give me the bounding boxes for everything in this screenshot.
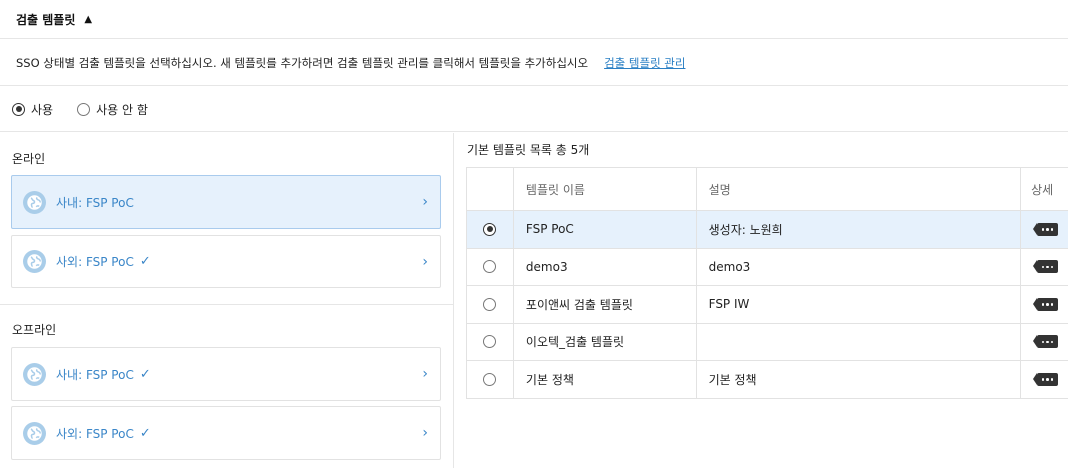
offline-label: 오프라인 [12, 323, 57, 337]
usage-radio-group: 사용 사용 안 함 [0, 87, 1068, 132]
online-label: 온라인 [12, 152, 46, 166]
chevron-right-icon: › [422, 366, 428, 382]
state-card-offline-internal[interactable]: 사내: FSP PoC ✓ › [11, 347, 441, 401]
row-radio[interactable] [483, 297, 497, 311]
row-radio[interactable] [483, 222, 497, 236]
chevron-right-icon: › [422, 194, 428, 210]
table-header-row: 템플릿 이름 설명 상세 [467, 168, 1068, 211]
row-select-cell [467, 323, 514, 360]
row-desc: 기본 정책 [697, 361, 1022, 398]
row-detail-cell [1021, 249, 1068, 286]
row-radio[interactable] [483, 372, 497, 386]
radio-disabled-label: 사용 안 함 [96, 102, 148, 117]
state-card-label: 사내: FSP PoC [56, 195, 134, 210]
check-icon: ✓ [139, 366, 151, 382]
header-description: 설명 [697, 168, 1022, 210]
collapse-caret-icon[interactable]: ▲ [84, 14, 92, 25]
row-select-cell [467, 286, 514, 323]
globe-icon [23, 421, 46, 445]
check-icon: ✓ [139, 425, 151, 441]
check-icon: ✓ [139, 254, 151, 269]
state-card-online-external[interactable]: 사외: FSP PoC ✓ › [11, 235, 441, 288]
section-header: 검출 템플릿 ▲ [0, 0, 1068, 39]
radio-enabled-label: 사용 [31, 102, 54, 117]
row-name: 포이앤씨 검출 템플릿 [514, 286, 697, 323]
table-row[interactable]: 포이앤씨 검출 템플릿 FSP IW [467, 286, 1068, 324]
table-row[interactable]: FSP PoC 생성자: 노원희 [467, 211, 1068, 249]
state-card-label: 사외: FSP PoC [56, 426, 134, 441]
state-card-label: 사외: FSP PoC [56, 255, 134, 269]
row-name: 이오텍_검출 템플릿 [514, 323, 697, 360]
usage-option-enabled[interactable]: 사용 [12, 101, 53, 118]
description-text: SSO 상태별 검출 템플릿을 선택하십시오. 새 템플릿를 추가하려면 검출 … [16, 55, 589, 70]
row-desc: demo3 [697, 248, 1022, 285]
row-detail-cell [1021, 286, 1068, 323]
header-template-name: 템플릿 이름 [514, 168, 697, 210]
table-row[interactable]: 기본 정책 기본 정책 [467, 361, 1068, 399]
state-card-label: 사내: FSP PoC [56, 367, 134, 382]
more-icon[interactable] [1033, 335, 1059, 349]
row-desc [697, 323, 1022, 360]
description-row: SSO 상태별 검출 템플릿을 선택하십시오. 새 템플릿를 추가하려면 검출 … [0, 40, 1068, 86]
globe-icon [23, 250, 46, 273]
more-icon[interactable] [1033, 372, 1059, 386]
row-radio[interactable] [483, 260, 497, 274]
state-card-online-internal[interactable]: 사내: FSP PoC › [11, 175, 441, 229]
row-detail-cell [1021, 361, 1068, 398]
section-divider [0, 304, 453, 305]
usage-option-disabled[interactable]: 사용 안 함 [77, 101, 148, 118]
header-detail: 상세 [1031, 182, 1054, 197]
more-icon[interactable] [1033, 260, 1059, 274]
row-name: FSP PoC [514, 211, 697, 248]
template-list-title: 기본 템플릿 목록 총 5개 [467, 143, 590, 157]
row-name: demo3 [514, 248, 697, 285]
radio-enabled[interactable] [12, 102, 25, 116]
globe-icon [23, 362, 46, 386]
table-row[interactable]: 이오텍_검출 템플릿 [467, 323, 1068, 361]
chevron-right-icon: › [422, 425, 428, 441]
row-select-cell [467, 248, 514, 285]
row-select-cell [467, 211, 514, 248]
header-select [467, 168, 514, 210]
state-card-offline-external[interactable]: 사외: FSP PoC ✓ › [11, 406, 441, 460]
row-select-cell [467, 361, 514, 398]
state-panel: 온라인 사내: FSP PoC › 사외: FSP PoC ✓ › 오프라인 사… [0, 133, 454, 468]
row-name: 기본 정책 [514, 361, 697, 398]
table-row[interactable]: demo3 demo3 [467, 248, 1068, 286]
more-icon[interactable] [1033, 297, 1059, 311]
more-icon[interactable] [1033, 222, 1059, 236]
chevron-right-icon: › [422, 253, 428, 270]
row-detail-cell [1021, 324, 1068, 361]
radio-disabled[interactable] [77, 102, 91, 116]
manage-templates-link[interactable]: 검출 템플릿 관리 [604, 55, 685, 71]
globe-icon [23, 190, 46, 214]
row-detail-cell [1021, 211, 1068, 248]
row-desc: 생성자: 노원희 [697, 211, 1022, 248]
section-title: 검출 템플릿 [16, 12, 76, 27]
template-table: 템플릿 이름 설명 상세 FSP PoC 생성자: 노원희 demo3 demo… [466, 167, 1068, 399]
row-desc: FSP IW [697, 286, 1022, 323]
row-radio[interactable] [483, 335, 497, 349]
